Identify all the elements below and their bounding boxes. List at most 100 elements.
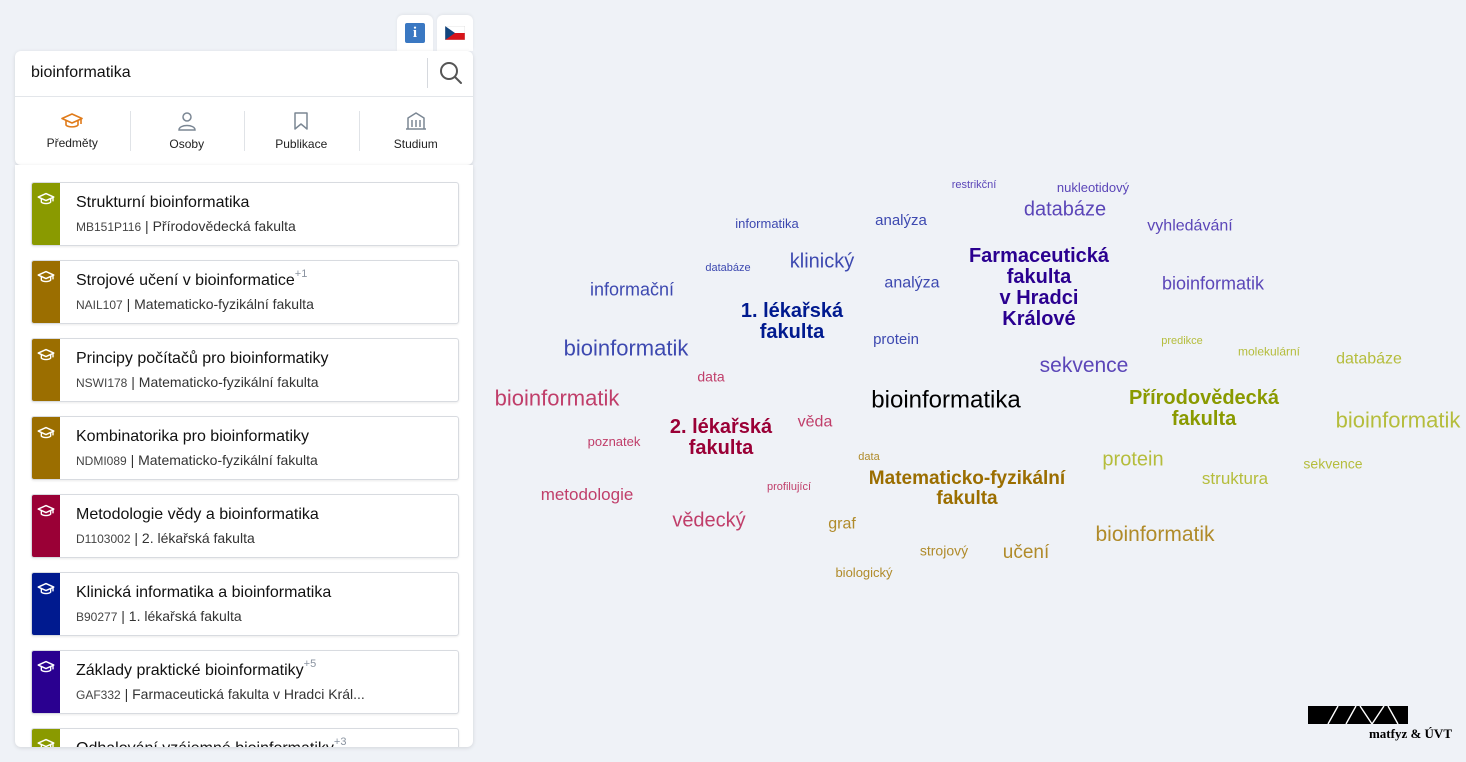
search-button[interactable] — [435, 57, 467, 89]
word-cloud-term[interactable]: 2. lékařská fakulta — [670, 417, 772, 459]
result-subtitle: MB151P116 | Přírodovědecká fakulta — [76, 218, 296, 234]
faculty-color-bar — [32, 495, 60, 557]
result-title-text: Principy počítačů pro bioinformatiky — [76, 350, 329, 367]
result-card[interactable]: Základy praktické bioinformatiky+5 GAF332… — [31, 650, 459, 714]
result-separator: | — [126, 452, 139, 468]
tab-predmety[interactable]: Předměty — [15, 97, 130, 165]
graduation-cap-icon — [37, 270, 55, 283]
tab-publikace[interactable]: Publikace — [244, 97, 359, 165]
result-code: NSWI178 — [76, 376, 128, 390]
word-cloud-term[interactable]: bioinformatik — [1162, 274, 1264, 294]
result-title[interactable]: Odhalování vzájemné bioinformatiky+3 — [76, 736, 346, 747]
result-badge: +1 — [294, 268, 308, 280]
word-cloud-term[interactable]: profilující — [767, 482, 811, 494]
word-cloud-term[interactable]: protein — [1102, 449, 1163, 471]
tab-label: Studium — [393, 137, 438, 151]
word-cloud-term[interactable]: analýza — [884, 275, 939, 293]
result-badge: +3 — [333, 736, 347, 747]
result-card[interactable]: Odhalování vzájemné bioinformatiky+3 — [31, 728, 459, 747]
result-title[interactable]: Strukturní bioinformatika — [76, 194, 249, 212]
result-title[interactable]: Metodologie vědy a bioinformatika — [76, 506, 319, 524]
result-title-text: Klinická informatika a bioinformatika — [76, 584, 332, 601]
search-panel: Předměty Osoby Publikace Studium — [15, 51, 473, 165]
word-cloud-term[interactable]: poznatek — [588, 435, 641, 449]
word-cloud-term[interactable]: vyhledávání — [1147, 218, 1232, 236]
word-cloud-term[interactable]: Matematicko-fyzikální fakulta — [869, 469, 1065, 509]
person-icon — [177, 112, 196, 131]
word-cloud-term[interactable]: informatika — [735, 217, 799, 231]
result-code: MB151P116 — [76, 220, 142, 234]
result-card[interactable]: Strukturní bioinformatika MB151P116 | Pří… — [31, 182, 459, 246]
result-subtitle: GAF332 | Farmaceutická fakulta v Hradci … — [76, 686, 365, 702]
results-list[interactable]: Strukturní bioinformatika MB151P116 | Pří… — [15, 165, 473, 747]
graduation-cap-icon — [37, 192, 55, 205]
word-cloud-term[interactable]: bioinformatika — [871, 387, 1020, 412]
word-cloud-term[interactable]: 1. lékařská fakulta — [741, 301, 843, 343]
faculty-color-bar — [32, 261, 60, 323]
word-cloud-term[interactable]: strojový — [920, 543, 968, 559]
word-cloud-term[interactable]: bioinformatik — [1336, 408, 1461, 431]
word-cloud-term[interactable]: věda — [798, 414, 833, 432]
word-cloud-term[interactable]: molekulární — [1238, 346, 1300, 359]
word-cloud-term[interactable]: restrikční — [952, 180, 997, 192]
tab-studium[interactable]: Studium — [358, 97, 474, 165]
word-cloud-term[interactable]: vědecký — [672, 510, 745, 532]
result-title[interactable]: Klinická informatika a bioinformatika — [76, 584, 331, 602]
word-cloud-term[interactable]: data — [697, 369, 724, 385]
search-icon — [440, 62, 462, 84]
word-cloud-term[interactable]: biologický — [835, 566, 892, 580]
word-cloud-term[interactable]: graf — [828, 516, 856, 534]
word-cloud-term[interactable]: klinický — [790, 251, 854, 273]
info-icon: i — [405, 23, 425, 43]
result-title-text: Odhalování vzájemné bioinformatiky — [76, 740, 334, 747]
result-title[interactable]: Kombinatorika pro bioinformatiky — [76, 428, 309, 446]
graduation-cap-icon — [37, 504, 55, 517]
word-cloud-term[interactable]: struktura — [1202, 470, 1268, 488]
result-card[interactable]: Principy počítačů pro bioinformatiky NSWI… — [31, 338, 459, 402]
word-cloud-term[interactable]: metodologie — [541, 486, 634, 504]
language-button[interactable] — [437, 15, 473, 51]
result-title-text: Základy praktické bioinformatiky — [76, 662, 304, 679]
tab-osoby[interactable]: Osoby — [129, 97, 245, 165]
word-cloud-term[interactable]: bioinformatik — [564, 336, 689, 359]
result-card[interactable]: Metodologie vědy a bioinformatika D110300… — [31, 494, 459, 558]
word-cloud-term[interactable]: protein — [873, 332, 919, 348]
bookmark-icon — [294, 112, 308, 130]
word-cloud-term[interactable]: data — [858, 452, 879, 464]
result-title[interactable]: Strojové učení v bioinformatice+1 — [76, 268, 307, 290]
word-cloud-term[interactable]: sekvence — [1040, 354, 1129, 377]
result-card[interactable]: Klinická informatika a bioinformatika B90… — [31, 572, 459, 636]
result-card[interactable]: Kombinatorika pro bioinformatiky NDMI089 … — [31, 416, 459, 480]
word-cloud-term[interactable]: informační — [590, 280, 674, 300]
result-faculty: Přírodovědecká fakulta — [152, 218, 296, 234]
word-cloud-term[interactable]: Farmaceutická fakulta v Hradci Králové — [969, 246, 1109, 330]
word-cloud-term[interactable]: učení — [1003, 543, 1049, 563]
word-cloud-term[interactable]: databáze — [1336, 351, 1402, 369]
faculty-color-bar — [32, 339, 60, 401]
word-cloud-term[interactable]: bioinformatik — [495, 386, 620, 409]
word-cloud-term[interactable]: analýza — [875, 213, 927, 229]
faculty-color-bar — [32, 183, 60, 245]
word-cloud-term[interactable]: predikce — [1161, 336, 1203, 348]
result-separator: | — [117, 608, 129, 624]
info-button[interactable]: i — [397, 15, 433, 51]
word-cloud-term[interactable]: bioinformatik — [1095, 523, 1214, 546]
result-title[interactable]: Základy praktické bioinformatiky+5 — [76, 658, 316, 680]
result-card[interactable]: Strojové učení v bioinformatice+1 NAIL107… — [31, 260, 459, 324]
word-cloud-term[interactable]: databáze — [705, 263, 750, 275]
search-input[interactable] — [15, 51, 425, 95]
graduation-cap-icon — [37, 738, 55, 747]
result-badge: +5 — [303, 658, 317, 670]
result-subtitle: NAIL107 | Matematicko-fyzikální fakulta — [76, 296, 314, 312]
word-cloud-term[interactable]: sekvence — [1303, 456, 1362, 472]
result-title-text: Kombinatorika pro bioinformatiky — [76, 428, 309, 445]
result-title[interactable]: Principy počítačů pro bioinformatiky — [76, 350, 329, 368]
result-subtitle: NDMI089 | Matematicko-fyzikální fakulta — [76, 452, 318, 468]
result-separator: | — [127, 374, 139, 390]
word-cloud-term[interactable]: databáze — [1024, 199, 1106, 221]
result-faculty: 1. lékařská fakulta — [128, 608, 242, 624]
word-cloud-term[interactable]: Přírodovědecká fakulta — [1129, 388, 1279, 430]
word-cloud-term[interactable]: nukleotidový — [1057, 181, 1129, 195]
result-faculty: 2. lékařská fakulta — [141, 530, 255, 546]
matfyz-uvt-logo: matfyz & ÚVT — [1308, 706, 1452, 746]
